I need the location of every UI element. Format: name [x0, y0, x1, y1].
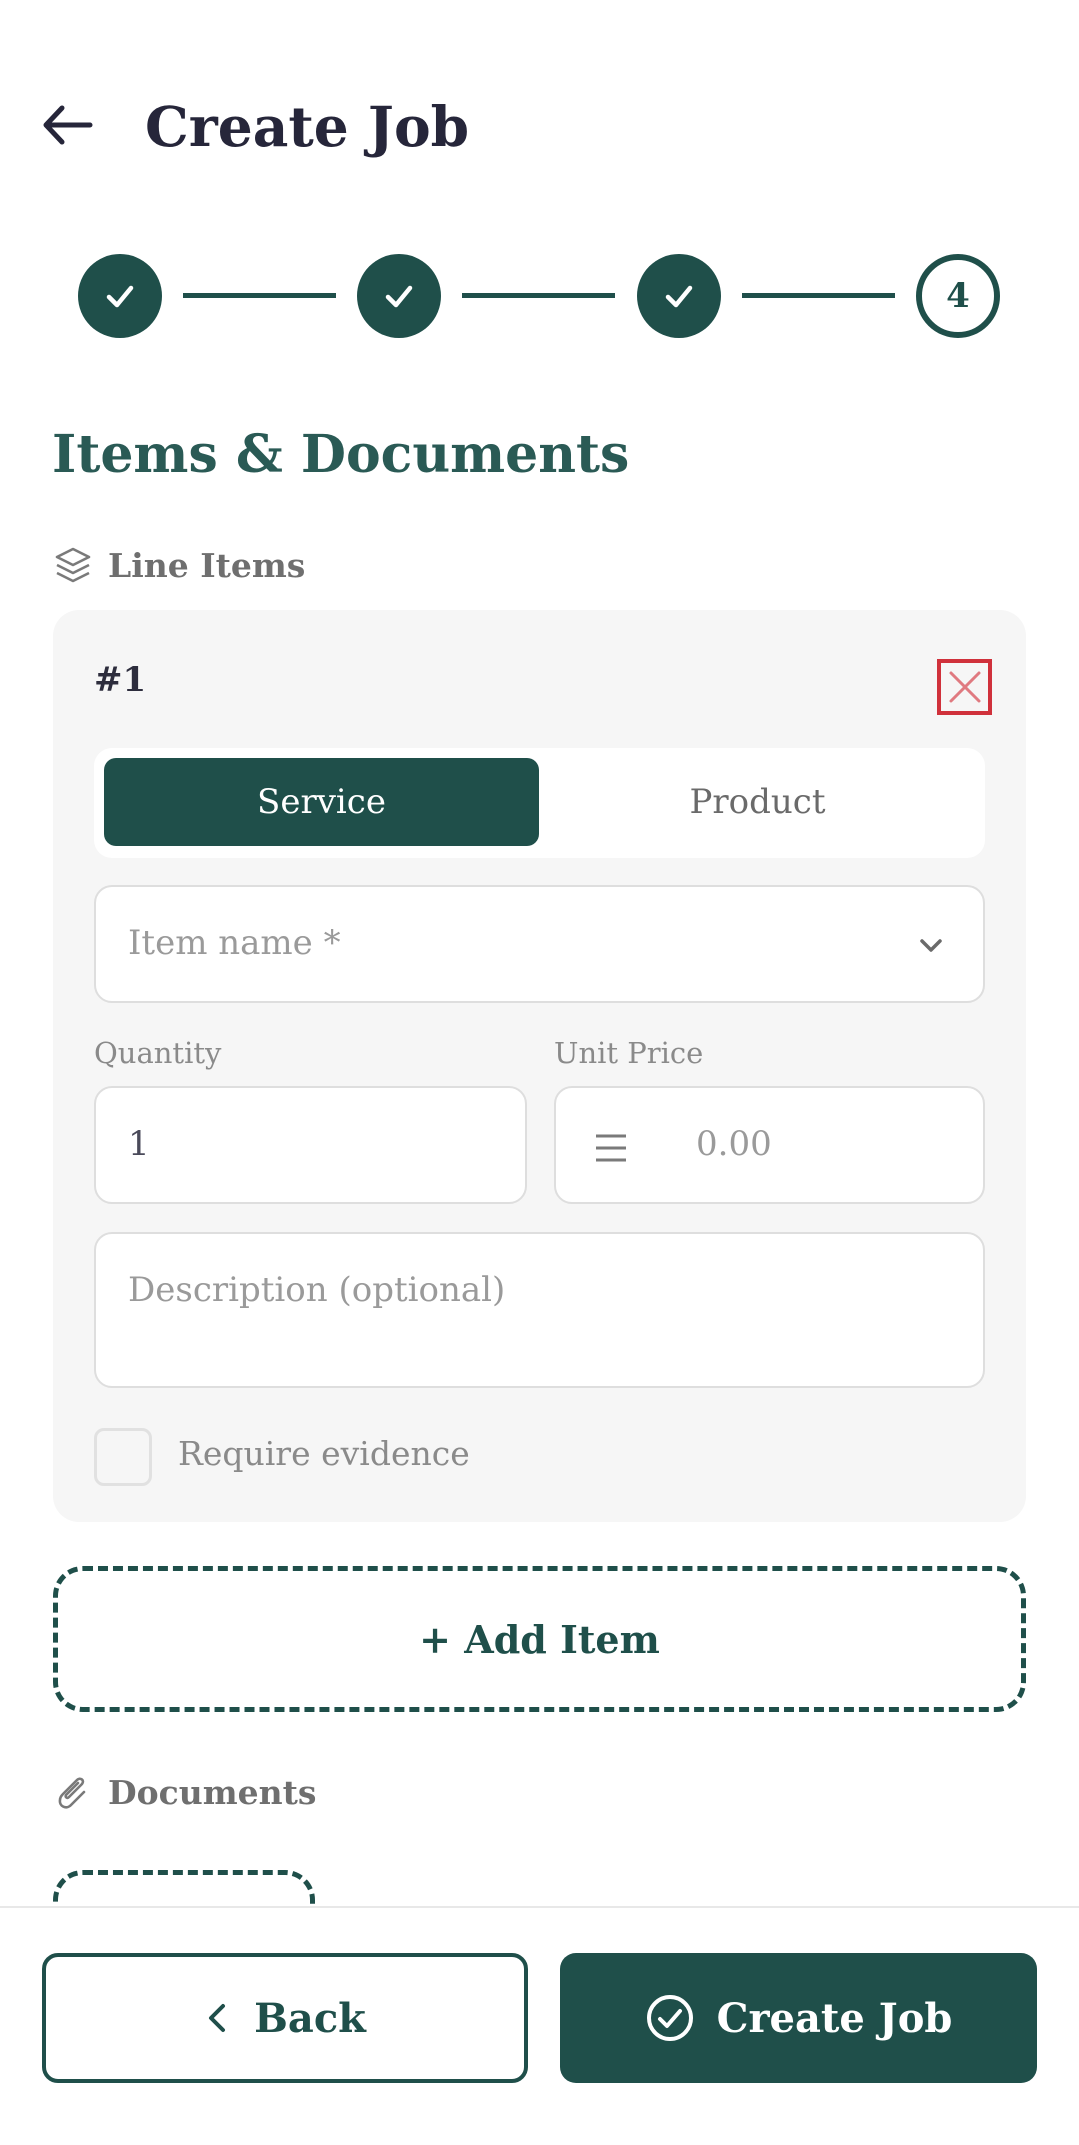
check-icon [106, 285, 134, 308]
remove-item-button[interactable] [937, 659, 992, 715]
product-option[interactable]: Product [540, 758, 975, 846]
step-connector [742, 293, 895, 298]
quantity-value: 1 [128, 1124, 150, 1164]
back-button[interactable]: Back [42, 1953, 528, 2083]
step-connector [462, 293, 615, 298]
line-items-label: Line Items [108, 545, 306, 585]
unit-price-placeholder: 0.00 [696, 1124, 772, 1164]
service-option[interactable]: Service [104, 758, 539, 846]
item-number: #1 [94, 660, 147, 700]
section-title: Items & Documents [52, 424, 630, 485]
close-icon [949, 671, 980, 703]
add-item-button[interactable]: + Add Item [53, 1566, 1026, 1712]
chevron-left-icon [209, 2004, 226, 2032]
item-name-placeholder: Item name * [128, 923, 341, 963]
step-1-complete [78, 254, 162, 338]
page-title: Create Job [145, 94, 470, 159]
quantity-input[interactable]: 1 [94, 1086, 527, 1204]
step-connector [183, 293, 336, 298]
require-evidence-checkbox[interactable] [94, 1428, 152, 1486]
create-job-button[interactable]: Create Job [560, 1953, 1037, 2083]
chevron-down-icon [920, 939, 942, 952]
unit-price-input[interactable]: 0.00 [554, 1086, 985, 1204]
step-4-current: 4 [916, 254, 1000, 338]
layers-icon [55, 547, 91, 583]
require-evidence-label: Require evidence [178, 1434, 470, 1473]
description-input[interactable]: Description (optional) [94, 1232, 985, 1388]
description-placeholder: Description (optional) [128, 1270, 506, 1310]
step-2-complete [357, 254, 441, 338]
documents-label: Documents [108, 1772, 317, 1812]
line-items-heading: Line Items [54, 545, 305, 585]
back-arrow-icon[interactable] [40, 98, 94, 152]
item-name-select[interactable]: Item name * [94, 885, 985, 1003]
menu-icon [596, 1134, 626, 1162]
paperclip-icon [58, 1777, 86, 1809]
item-type-toggle: Service Product [94, 748, 985, 858]
check-icon [385, 285, 413, 308]
check-circle-icon [646, 1995, 693, 2041]
back-button-label: Back [254, 1994, 366, 2042]
unit-price-label: Unit Price [554, 1036, 704, 1070]
check-icon [665, 285, 693, 308]
documents-heading: Documents [54, 1772, 316, 1812]
step-3-complete [637, 254, 721, 338]
create-job-button-label: Create Job [716, 1994, 953, 2042]
quantity-label: Quantity [94, 1036, 222, 1070]
